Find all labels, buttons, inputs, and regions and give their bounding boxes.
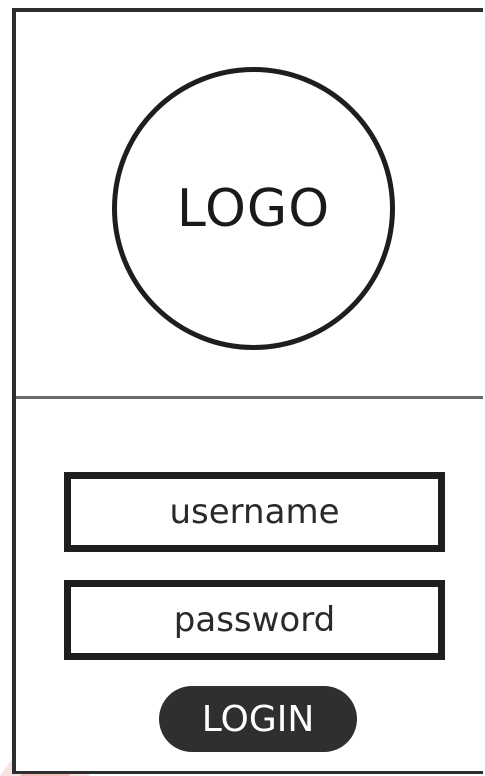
login-button[interactable]: LOGIN xyxy=(159,686,357,752)
username-input[interactable] xyxy=(64,472,445,552)
app-frame: LOGO LOGIN xyxy=(12,8,483,774)
section-divider xyxy=(16,396,483,399)
header-section: LOGO xyxy=(16,12,483,396)
logo-text: LOGO xyxy=(176,178,331,239)
logo: LOGO xyxy=(112,67,395,350)
password-input[interactable] xyxy=(64,580,445,660)
